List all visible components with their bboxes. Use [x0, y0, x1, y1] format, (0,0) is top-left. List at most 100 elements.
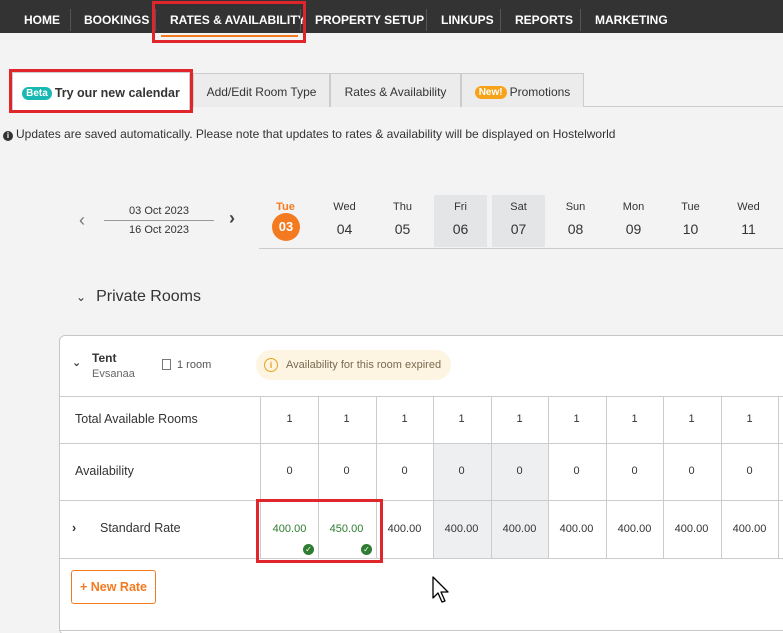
rate-cell[interactable]: 400.00 [433, 523, 490, 535]
new-rate-button[interactable]: + New Rate [71, 570, 156, 604]
room-collapse-toggle[interactable]: ⌄ [72, 356, 81, 369]
nav-linkups[interactable]: LINKUPS [441, 0, 494, 33]
check-icon: ✓ [303, 544, 314, 555]
rate-cell[interactable]: 400.00 [663, 523, 720, 535]
total-rooms-cell[interactable]: 1 [491, 413, 548, 425]
day-number: 11 [741, 221, 756, 237]
day-header-divider [259, 248, 783, 249]
rate-cell[interactable]: 400.00 [606, 523, 663, 535]
rate-cell[interactable]: 400.00 [376, 523, 433, 535]
tab-new-calendar-label: Try our new calendar [54, 86, 180, 100]
room-property: Evsanaa [92, 368, 135, 380]
beta-badge: Beta [22, 87, 52, 100]
rate-cell[interactable]: 400.00 [721, 523, 778, 535]
day-name: Thu [393, 201, 412, 213]
row-label-availability: Availability [75, 464, 134, 478]
rate-cell[interactable]: 400.00 [261, 523, 318, 535]
nav-divider [500, 9, 501, 31]
info-icon: i [3, 131, 13, 141]
previous-period-button[interactable]: ‹ [79, 210, 85, 231]
room-count: 1 room [162, 359, 211, 371]
range-end: 16 Oct 2023 [129, 224, 189, 236]
nav-rates-availability[interactable]: RATES & AVAILABILITY [170, 0, 306, 33]
day-name: Fri [454, 201, 467, 213]
room-name: Tent [92, 351, 117, 365]
nav-property-setup[interactable]: PROPERTY SETUP [315, 0, 424, 33]
day-header: Tue 03 [259, 195, 312, 247]
tab-new-calendar[interactable]: Beta Try our new calendar [12, 72, 190, 112]
total-rooms-cell[interactable]: 1 [261, 413, 318, 425]
new-badge: New! [474, 86, 507, 99]
chevron-down-icon: ⌄ [76, 290, 87, 304]
room-count-label: 1 room [177, 359, 212, 371]
date-range: 03 Oct 2023 16 Oct 2023 [104, 205, 214, 236]
nav-marketing[interactable]: MARKETING [595, 0, 668, 33]
day-number: 07 [510, 221, 527, 237]
autosave-notice: i Updates are saved automatically. Please… [3, 127, 615, 141]
day-number: 05 [394, 221, 411, 237]
rate-cell[interactable]: 400.00 [491, 523, 548, 535]
total-rooms-cell[interactable]: 1 [433, 413, 490, 425]
day-number: 10 [682, 221, 699, 237]
grid-line [778, 396, 779, 559]
day-name: Sat [510, 201, 527, 213]
day-header: Mon 09 [607, 195, 660, 247]
door-icon [162, 359, 171, 370]
availability-cell[interactable]: 0 [261, 465, 318, 477]
day-header: Fri 06 [434, 195, 487, 247]
day-name: Tue [681, 201, 700, 213]
tab-label: Rates & Availability [344, 85, 447, 99]
tab-promotions[interactable]: New! Promotions [461, 73, 584, 107]
availability-cell[interactable]: 0 [376, 465, 433, 477]
day-number: 08 [567, 221, 584, 237]
availability-cell[interactable]: 0 [721, 465, 778, 477]
availability-cell[interactable]: 0 [663, 465, 720, 477]
day-number: 09 [625, 221, 642, 237]
day-header: Sat 07 [492, 195, 545, 247]
rate-cell[interactable]: 450.00 [318, 523, 375, 535]
tab-rates-availability[interactable]: Rates & Availability [330, 73, 461, 107]
total-rooms-cell[interactable]: 1 [376, 413, 433, 425]
total-rooms-cell[interactable]: 1 [548, 413, 605, 425]
rate-cell[interactable]: 400.00 [548, 523, 605, 535]
total-rooms-cell[interactable]: 1 [318, 413, 375, 425]
tab-label: Add/Edit Room Type [206, 85, 317, 99]
availability-cell[interactable]: 0 [491, 465, 548, 477]
day-header: Thu 05 [376, 195, 429, 247]
nav-reports[interactable]: REPORTS [515, 0, 573, 33]
availability-cell[interactable]: 0 [548, 465, 605, 477]
availability-cell[interactable]: 0 [433, 465, 490, 477]
nav-divider [155, 9, 156, 31]
active-nav-indicator [161, 35, 298, 37]
next-period-button[interactable]: › [229, 208, 235, 229]
tab-divider [584, 106, 783, 107]
day-name: Wed [737, 201, 760, 213]
day-name: Sun [565, 201, 586, 213]
availability-expired-badge: i Availability for this room expired [256, 350, 451, 380]
availability-cell[interactable]: 0 [318, 465, 375, 477]
nav-divider [426, 9, 427, 31]
nav-home[interactable]: HOME [24, 0, 60, 33]
day-header: Wed 11 [722, 195, 775, 247]
nav-divider [580, 9, 581, 31]
day-header: Sun 08 [549, 195, 602, 247]
total-rooms-cell[interactable]: 1 [721, 413, 778, 425]
tab-add-edit-room-type[interactable]: Add/Edit Room Type [193, 73, 330, 107]
tab-label: Promotions [509, 85, 571, 99]
day-name: Mon [622, 201, 645, 213]
nav-divider [300, 9, 301, 31]
expired-text: Availability for this room expired [286, 359, 442, 371]
total-rooms-cell[interactable]: 1 [606, 413, 663, 425]
total-rooms-cell[interactable]: 1 [663, 413, 720, 425]
rate-expand-toggle[interactable]: › [72, 521, 76, 535]
section-title: Private Rooms [96, 288, 201, 305]
availability-cell[interactable]: 0 [606, 465, 663, 477]
nav-divider [70, 9, 71, 31]
section-private-rooms[interactable]: ⌄ Private Rooms [76, 288, 201, 306]
today-marker: 03 [272, 213, 300, 241]
day-name: Wed [333, 201, 356, 213]
check-icon: ✓ [361, 544, 372, 555]
nav-bookings[interactable]: BOOKINGS [84, 0, 149, 33]
row-label-total-rooms: Total Available Rooms [75, 412, 198, 426]
grid-line [60, 558, 783, 559]
